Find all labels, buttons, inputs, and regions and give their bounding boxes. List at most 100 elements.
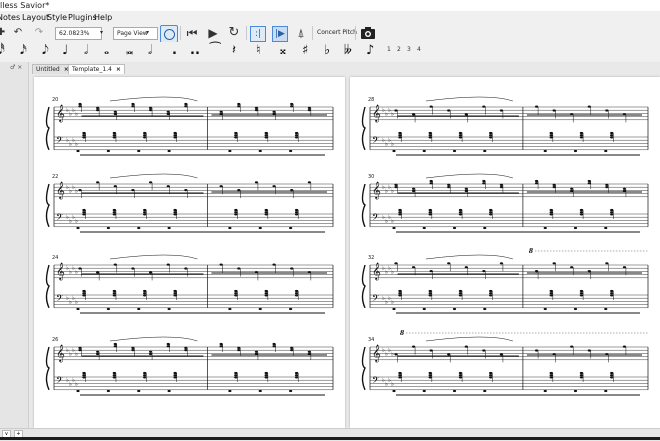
svg-text:♭: ♭ — [75, 351, 78, 358]
accidental-natural[interactable]: ♮ — [256, 42, 261, 60]
duration-32nd[interactable]: 𝅘𝅥𝅯 — [20, 42, 27, 60]
menu-help[interactable]: Help — [94, 11, 112, 24]
rewind-icon[interactable]: ⏮ — [184, 25, 200, 41]
duration-64th[interactable]: 𝅘𝅥𝅰 — [0, 42, 5, 60]
measure-number: 20 — [52, 97, 58, 103]
accidental-flat[interactable]: ♭ — [324, 42, 330, 60]
measure-number: 22 — [52, 174, 58, 180]
brace — [45, 346, 50, 391]
loop-out-icon[interactable]: |▶ — [272, 26, 288, 42]
concert-pitch-toggle[interactable]: Concert Pitch — [317, 27, 357, 38]
voice-1-button[interactable]: 1 — [387, 46, 391, 53]
staff-system[interactable]: 32𝄞 ♭♭♭♭𝄢 ♭♭♭♭8 — [361, 248, 649, 314]
duration-16th[interactable]: 𝅘𝅥𝅮 — [42, 42, 49, 60]
svg-text:♭: ♭ — [75, 381, 78, 388]
redo-icon[interactable]: ↷ — [33, 25, 45, 41]
svg-text:♭: ♭ — [391, 269, 394, 276]
treble-clef: 𝄞 — [372, 344, 381, 362]
palette-panel: ♂ × — [0, 62, 29, 428]
measure-number: 28 — [368, 97, 374, 103]
brace — [361, 106, 366, 151]
duration-whole[interactable]: 𝅝 — [104, 42, 109, 60]
measure-number: 30 — [368, 174, 374, 180]
svg-text:♭: ♭ — [391, 351, 394, 358]
bass-clef: 𝄢 — [56, 293, 63, 306]
duration-long[interactable]: 𝅗𝅥 — [148, 42, 152, 60]
staff-system[interactable]: 20𝄞 ♭♭♭♭𝄢 ♭♭♭♭ — [45, 96, 334, 156]
voice-3-button[interactable]: 3 — [407, 46, 411, 53]
duration-quarter[interactable]: ♩ — [62, 42, 68, 60]
double-augmentation-dot[interactable]: .. — [190, 42, 200, 60]
flip-direction-icon[interactable]: ♪ — [366, 42, 374, 60]
loop-icon[interactable]: ↻ — [226, 25, 242, 41]
treble-clef: 𝄞 — [56, 104, 65, 122]
treble-clef: 𝄞 — [56, 344, 65, 362]
augmentation-dot[interactable]: . — [172, 42, 177, 60]
window-title: lless Savior* — [0, 0, 660, 11]
svg-text:♭: ♭ — [391, 218, 394, 225]
loop-in-icon[interactable]: :| — [250, 26, 266, 42]
tab-label: Untitled — [36, 66, 60, 73]
accidental-double-sharp[interactable]: 𝄪 — [280, 42, 286, 60]
voice-4-button[interactable]: 4 — [417, 46, 421, 53]
zoom-input[interactable]: 62.0823% — [55, 27, 102, 40]
score-canvas[interactable]: 20 𝄞 ♭ ♭ ♭ ♭ 𝄢 ♭ ♭ ♭ ♭ 22 𝄞 ♭ ♭ ♭ ♭ 𝄢 ♭ ♭ ♭ ♭ 24 𝄞 ♭ ♭ ♭ ♭ 𝄢 ♭ ♭ ♭ ♭ 26 𝄞 ♭… — [29, 74, 660, 428]
staff-system[interactable]: 26𝄞 ♭♭♭♭𝄢 ♭♭♭♭ — [45, 336, 334, 396]
brace — [361, 183, 366, 228]
metronome-icon[interactable]: ⍋ — [294, 25, 308, 41]
voice-2-button[interactable]: 2 — [397, 46, 401, 53]
measure-number: 32 — [368, 255, 374, 261]
menu-plugins[interactable]: Plugins — [68, 11, 97, 24]
treble-clef: 𝄞 — [372, 104, 381, 122]
bass-clef: 𝄢 — [372, 135, 379, 148]
brace — [361, 264, 366, 309]
score-page-1[interactable]: 20 𝄞 ♭ ♭ ♭ ♭ 𝄢 ♭ ♭ ♭ ♭ 22 𝄞 ♭ ♭ ♭ ♭ 𝄢 ♭ ♭ ♭ ♭ 24 𝄞 ♭ ♭ ♭ ♭ 𝄢 ♭ ♭ ♭ ♭ 26 𝄞 ♭… — [34, 77, 345, 428]
accidental-sharp[interactable]: ♯ — [302, 42, 308, 60]
brace — [361, 346, 366, 391]
tie-icon[interactable]: ⁀ — [210, 42, 220, 60]
brace — [45, 106, 50, 151]
staff-system[interactable]: 34𝄞 ♭♭♭♭𝄢 ♭♭♭♭8 — [361, 330, 649, 396]
rest-icon[interactable]: 𝄽 — [232, 42, 236, 60]
svg-text:♭: ♭ — [75, 141, 78, 148]
svg-text:♭: ♭ — [75, 269, 78, 276]
close-icon[interactable]: × — [116, 66, 121, 73]
tab-label: Template_1.4 — [72, 66, 112, 73]
staff-system[interactable]: 28𝄞 ♭♭♭♭𝄢 ♭♭♭♭ — [361, 96, 649, 156]
accidental-double-flat[interactable]: 𝄫 — [344, 42, 352, 60]
staff-system[interactable]: 24𝄞 ♭♭♭♭𝄢 ♭♭♭♭ — [45, 254, 334, 314]
chevron-down-icon[interactable]: ▾ — [146, 27, 149, 38]
svg-text:♭: ♭ — [75, 111, 78, 118]
measure-number: 26 — [52, 337, 58, 343]
panel-controls[interactable]: ♂ × — [10, 64, 22, 71]
midi-input-icon[interactable] — [160, 25, 178, 43]
svg-text:♭: ♭ — [75, 218, 78, 225]
bass-clef: 𝄢 — [56, 212, 63, 225]
svg-text:♭: ♭ — [75, 299, 78, 306]
duration-breve[interactable]: 𝅜 — [126, 42, 133, 60]
bass-clef: 𝄢 — [56, 375, 63, 388]
camera-icon[interactable] — [360, 26, 376, 40]
bass-clef: 𝄢 — [372, 212, 379, 225]
ottava-mark: 8 — [400, 330, 405, 337]
treble-clef: 𝄞 — [372, 181, 381, 199]
menu-layout[interactable]: Layout — [22, 11, 49, 24]
measure-number: 34 — [368, 337, 374, 343]
measure-number: 24 — [52, 255, 58, 261]
add-icon[interactable]: ✚ — [0, 25, 6, 41]
ottava-mark: 8 — [529, 248, 534, 255]
duration-half[interactable]: 𝅗𝅥 — [84, 42, 88, 60]
brace — [45, 264, 50, 309]
undo-icon[interactable]: ↶ — [12, 25, 24, 41]
bass-clef: 𝄢 — [372, 375, 379, 388]
staff-system[interactable]: 30𝄞 ♭♭♭♭𝄢 ♭♭♭♭ — [361, 173, 649, 233]
view-mode-select[interactable]: Page View — [113, 27, 158, 40]
score-page-2[interactable]: 28 𝄞 ♭ ♭ ♭ ♭ 𝄢 ♭ ♭ ♭ ♭ 30 𝄞 ♭ ♭ ♭ ♭ 𝄢 ♭ ♭ ♭ ♭ 32 𝄞 ♭ ♭ ♭ ♭ 𝄢 ♭ ♭ ♭ ♭ 8 34 𝄞… — [350, 77, 660, 428]
menu-notes[interactable]: Notes — [0, 11, 20, 24]
play-icon[interactable]: ▶ — [206, 25, 220, 41]
svg-text:♭: ♭ — [75, 188, 78, 195]
menu-style[interactable]: Style — [47, 11, 67, 24]
svg-text:♭: ♭ — [391, 111, 394, 118]
staff-system[interactable]: 22𝄞 ♭♭♭♭𝄢 ♭♭♭♭ — [45, 173, 334, 233]
chevron-down-icon[interactable]: ▾ — [100, 27, 108, 38]
